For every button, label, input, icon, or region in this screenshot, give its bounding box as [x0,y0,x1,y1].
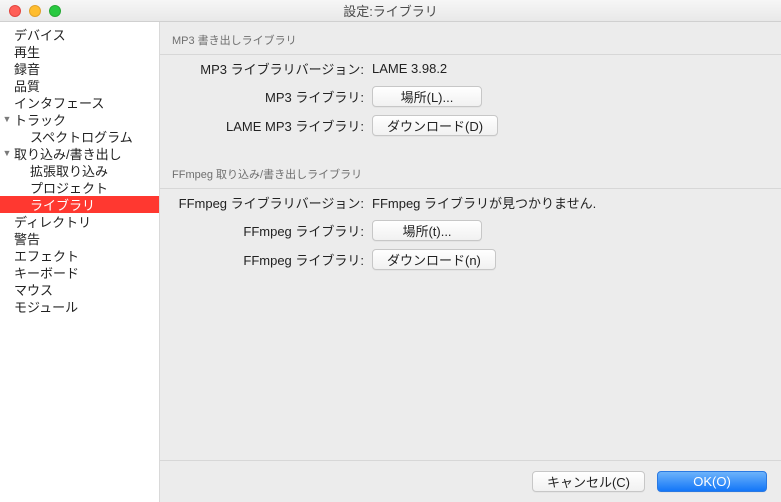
sidebar-item[interactable]: ▼トラック [0,111,159,128]
sidebar-item[interactable]: ライブラリ [0,196,159,213]
ffmpeg-locate-button[interactable]: 場所(t)... [372,220,482,241]
minimize-icon[interactable] [29,5,41,17]
ffmpeg-dl-label: FFmpeg ライブラリ: [172,250,372,269]
sidebar-item[interactable]: エフェクト [0,247,159,264]
mp3-lib-label: MP3 ライブラリ: [172,87,372,106]
ffmpeg-version-value: FFmpeg ライブラリが見つかりません. [372,193,596,212]
sidebar-item[interactable]: インタフェース [0,94,159,111]
ffmpeg-group-title: FFmpeg 取り込み/書き出しライブラリ [160,156,781,188]
mp3-group: MP3 ライブラリバージョン: LAME 3.98.2 MP3 ライブラリ: 場… [160,55,781,156]
sidebar-item[interactable]: デバイス [0,26,159,43]
sidebar-item[interactable]: 拡張取り込み [0,162,159,179]
sidebar-item[interactable]: 品質 [0,77,159,94]
sidebar-item[interactable]: キーボード [0,264,159,281]
ok-button[interactable]: OK(O) [657,471,767,492]
chevron-down-icon[interactable]: ▼ [0,115,14,124]
ffmpeg-group: FFmpeg ライブラリバージョン: FFmpeg ライブラリが見つかりません.… [160,189,781,290]
chevron-down-icon[interactable]: ▼ [0,149,14,158]
mp3-version-value: LAME 3.98.2 [372,61,447,76]
titlebar: 設定:ライブラリ [0,0,781,22]
main: デバイス再生録音品質インタフェース▼トラックスペクトログラム▼取り込み/書き出し… [0,22,781,502]
ffmpeg-version-label: FFmpeg ライブラリバージョン: [172,193,372,212]
window-controls [0,5,61,17]
mp3-group-title: MP3 書き出しライブラリ [160,22,781,54]
sidebar-item-label: モジュール [14,297,78,316]
sidebar-item[interactable]: プロジェクト [0,179,159,196]
close-icon[interactable] [9,5,21,17]
cancel-button[interactable]: キャンセル(C) [532,471,645,492]
sidebar-item[interactable]: 録音 [0,60,159,77]
sidebar-item[interactable]: モジュール [0,298,159,315]
sidebar-item[interactable]: スペクトログラム [0,128,159,145]
sidebar-item[interactable]: 警告 [0,230,159,247]
lame-download-button[interactable]: ダウンロード(D) [372,115,498,136]
mp3-version-label: MP3 ライブラリバージョン: [172,59,372,78]
lame-lib-label: LAME MP3 ライブラリ: [172,116,372,135]
sidebar-item[interactable]: 再生 [0,43,159,60]
window-title: 設定:ライブラリ [0,1,781,20]
zoom-icon[interactable] [49,5,61,17]
sidebar-item[interactable]: マウス [0,281,159,298]
ffmpeg-download-button[interactable]: ダウンロード(n) [372,249,496,270]
panes: MP3 書き出しライブラリ MP3 ライブラリバージョン: LAME 3.98.… [160,22,781,460]
sidebar-item[interactable]: ▼取り込み/書き出し [0,145,159,162]
sidebar[interactable]: デバイス再生録音品質インタフェース▼トラックスペクトログラム▼取り込み/書き出し… [0,22,160,502]
ffmpeg-lib-label: FFmpeg ライブラリ: [172,221,372,240]
sidebar-item[interactable]: ディレクトリ [0,213,159,230]
footer: キャンセル(C) OK(O) [160,460,781,502]
content: MP3 書き出しライブラリ MP3 ライブラリバージョン: LAME 3.98.… [160,22,781,502]
mp3-locate-button[interactable]: 場所(L)... [372,86,482,107]
